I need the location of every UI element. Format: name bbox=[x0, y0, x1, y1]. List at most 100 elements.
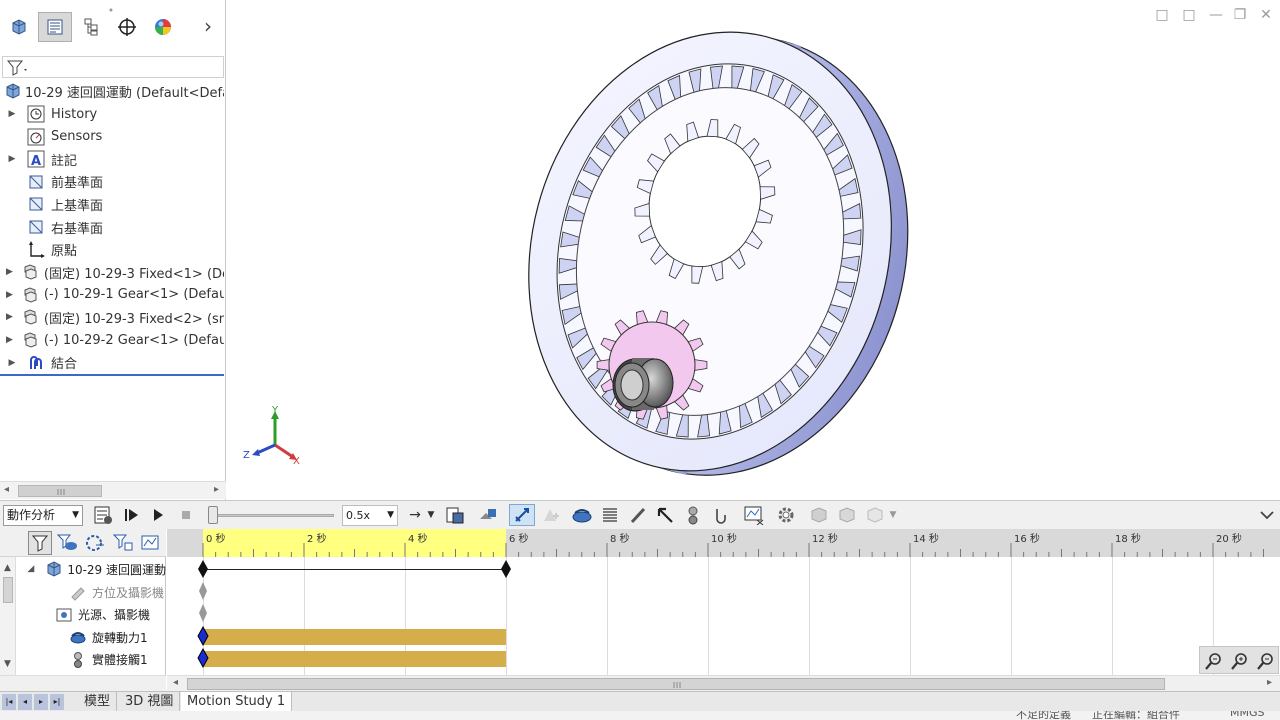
tree-item[interactable]: ▶ (固定) 10-29-3 Fixed<2> (sma bbox=[0, 306, 224, 328]
scroll-right-arrow-icon[interactable]: ▸ bbox=[1267, 677, 1272, 688]
last-tab-arrow-icon[interactable]: ▸| bbox=[50, 694, 64, 710]
key-lights-start[interactable] bbox=[199, 604, 207, 622]
status-units[interactable]: MMGS bbox=[1230, 711, 1265, 719]
expand-arrow-icon[interactable]: ▶ bbox=[6, 335, 13, 345]
tree-item[interactable]: ▶ 結合 bbox=[0, 352, 224, 374]
expand-arrow-icon[interactable]: ▶ bbox=[6, 109, 18, 119]
tab-model[interactable]: 模型 bbox=[78, 692, 118, 712]
tabs-more-chevron-icon[interactable]: › bbox=[204, 16, 222, 38]
panel-grip[interactable] bbox=[108, 2, 114, 12]
tree-item[interactable]: ▶ (-) 10-29-1 Gear<1> (Default bbox=[0, 284, 224, 306]
scroll-thumb[interactable] bbox=[187, 678, 1165, 690]
expand-arrow-icon[interactable]: ▶ bbox=[6, 312, 13, 322]
gear-assembly-model[interactable] bbox=[227, 0, 1280, 500]
filter-animated-button[interactable] bbox=[28, 531, 52, 555]
gravity-button[interactable] bbox=[710, 504, 732, 526]
save-animation-button[interactable] bbox=[444, 504, 466, 526]
tab-dimxpert[interactable] bbox=[110, 12, 144, 42]
calculate-button[interactable] bbox=[92, 504, 114, 526]
tree-root-assembly[interactable]: 10-29 速回圓運動 (Default<Default bbox=[0, 80, 224, 102]
results-plots-button[interactable] bbox=[743, 504, 765, 526]
tree-item[interactable]: ▶ History bbox=[0, 103, 224, 125]
time-ruler[interactable]: 0 秒 2 秒 4 秒 6 秒 8 秒 10 秒 12 秒 14 秒 16 秒 18 秒 20 秒 bbox=[167, 529, 1280, 557]
tab-display-manager[interactable] bbox=[146, 12, 180, 42]
collapse-motion-manager-button[interactable] bbox=[1256, 504, 1278, 526]
tab-3d-view[interactable]: 3D 視圖 bbox=[119, 692, 181, 712]
expand-arrow-icon[interactable]: ▶ bbox=[6, 154, 18, 164]
motion-tree-root[interactable]: ◢ 10-29 速回圓運動 bbox=[18, 558, 166, 580]
simulation-setup-button[interactable] bbox=[808, 504, 830, 526]
tab-feature-tree[interactable] bbox=[2, 12, 36, 42]
damper-button[interactable] bbox=[627, 504, 649, 526]
playback-speed-select[interactable]: 0.5x ▼ bbox=[342, 505, 398, 526]
stress-button[interactable] bbox=[864, 504, 886, 526]
motor-button[interactable] bbox=[571, 504, 593, 526]
prev-tab-arrow-icon[interactable]: ◂ bbox=[18, 694, 32, 710]
key-orientation-start[interactable] bbox=[199, 582, 207, 600]
next-tab-arrow-icon[interactable]: ▸ bbox=[34, 694, 48, 710]
tree-item[interactable]: 前基準面 bbox=[0, 171, 224, 193]
scroll-up-arrow-icon[interactable]: ▲ bbox=[4, 563, 11, 573]
tree-item[interactable]: ▶ (固定) 10-29-3 Fixed<1> (Def bbox=[0, 261, 224, 283]
tab-configuration-manager[interactable] bbox=[74, 12, 108, 42]
scroll-left-arrow-icon[interactable]: ◂ bbox=[4, 484, 9, 495]
force-button[interactable] bbox=[654, 504, 676, 526]
add-update-key-button[interactable] bbox=[539, 504, 561, 526]
feature-filter-input[interactable] bbox=[2, 56, 224, 78]
filter-selected-button[interactable] bbox=[84, 533, 106, 557]
playback-mode-dropdown[interactable]: ▼ bbox=[424, 504, 438, 526]
playback-mode-button[interactable]: → bbox=[404, 504, 426, 526]
expand-arrow-icon[interactable]: ▶ bbox=[6, 358, 18, 368]
filter-driving-button[interactable] bbox=[56, 533, 78, 557]
play-from-start-button[interactable] bbox=[120, 504, 142, 526]
scroll-thumb[interactable] bbox=[18, 485, 102, 497]
tree-root-label: 10-29 速回圓運動 (Default<Default bbox=[25, 85, 224, 101]
expand-arrow-icon[interactable]: ▶ bbox=[6, 267, 13, 277]
key-motor-start[interactable] bbox=[197, 625, 209, 647]
zoom-to-fit-icon[interactable] bbox=[1204, 651, 1224, 671]
contact-button[interactable] bbox=[682, 504, 704, 526]
timeline-keys bbox=[197, 560, 511, 669]
tree-item[interactable]: ▶ (-) 10-29-2 Gear<1> (Default bbox=[0, 329, 224, 351]
timeline-horizontal-scrollbar[interactable]: ◂ ▸ bbox=[167, 675, 1280, 691]
slider-thumb[interactable] bbox=[208, 506, 218, 524]
tree-item[interactable]: 上基準面 bbox=[0, 193, 224, 215]
first-tab-arrow-icon[interactable]: |◂ bbox=[2, 694, 16, 710]
graphics-area[interactable]: □ □ — ❐ ✕ Y X Z bbox=[227, 0, 1280, 500]
tree-item[interactable]: Sensors bbox=[0, 126, 224, 148]
key-root-end[interactable] bbox=[501, 560, 511, 578]
tab-motion-study-1[interactable]: Motion Study 1 bbox=[181, 692, 293, 712]
scroll-right-arrow-icon[interactable]: ▸ bbox=[214, 484, 219, 495]
study-type-select[interactable]: 動作分析 ▼ bbox=[3, 505, 83, 526]
tree-item[interactable]: 原點 bbox=[0, 239, 224, 261]
tree-item[interactable]: 右基準面 bbox=[0, 216, 224, 238]
feature-tree-horizontal-scrollbar[interactable]: ◂ ▸ bbox=[0, 481, 226, 499]
mesh-button[interactable] bbox=[836, 504, 858, 526]
scroll-thumb[interactable] bbox=[3, 577, 13, 603]
animation-wizard-button[interactable] bbox=[477, 504, 499, 526]
scroll-left-arrow-icon[interactable]: ◂ bbox=[173, 677, 178, 688]
expand-arrow-icon[interactable]: ▶ bbox=[6, 290, 13, 300]
filter-plots-button[interactable] bbox=[140, 533, 162, 557]
stop-button[interactable] bbox=[175, 504, 197, 526]
motion-tree-vertical-scrollbar[interactable]: ▲ ▼ bbox=[0, 557, 16, 675]
motion-study-properties-button[interactable] bbox=[775, 504, 797, 526]
filter-icon bbox=[31, 535, 49, 552]
collapse-arrow-icon[interactable]: ◢ bbox=[24, 564, 38, 574]
key-root-start[interactable] bbox=[198, 560, 208, 578]
scroll-down-arrow-icon[interactable]: ▼ bbox=[4, 659, 11, 669]
timeline-area[interactable]: 0 秒2 秒4 秒6 秒8 秒 10 秒 12 秒 14 秒 16 秒 18 秒 20 秒 … bbox=[167, 529, 1280, 691]
timeline-zoom-controls bbox=[1199, 646, 1279, 674]
tab-property-manager[interactable] bbox=[38, 12, 72, 42]
rollback-bar[interactable] bbox=[0, 374, 224, 376]
tree-item[interactable]: ▶ A 註記 bbox=[0, 148, 224, 170]
stress-dropdown[interactable]: ▼ bbox=[886, 504, 900, 526]
filter-results-button[interactable] bbox=[112, 533, 134, 557]
key-contact-start[interactable] bbox=[197, 647, 209, 669]
spring-button[interactable] bbox=[599, 504, 621, 526]
play-button[interactable] bbox=[147, 504, 169, 526]
playback-slider[interactable] bbox=[206, 505, 334, 525]
zoom-in-icon[interactable] bbox=[1230, 651, 1250, 671]
autokey-button[interactable] bbox=[509, 504, 535, 526]
zoom-out-icon[interactable] bbox=[1256, 651, 1276, 671]
